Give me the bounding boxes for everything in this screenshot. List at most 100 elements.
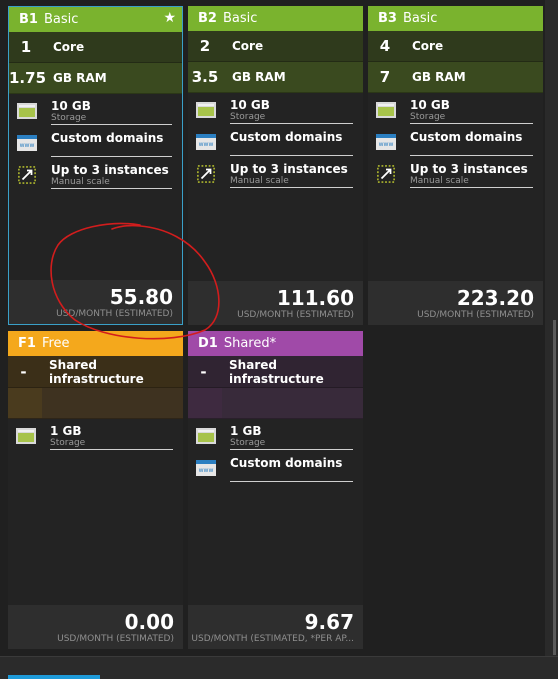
price-unit: USD/MONTH (ESTIMATED) bbox=[57, 634, 174, 644]
price-value: 223.20 bbox=[456, 286, 534, 310]
storage-sub: Storage bbox=[230, 438, 266, 448]
domains-label: Custom domains bbox=[410, 130, 523, 144]
storage-sub: Storage bbox=[230, 112, 266, 122]
ram-row: 3.5 GB RAM bbox=[188, 62, 363, 93]
core-count: 1 bbox=[20, 38, 32, 56]
tier-name: Basic bbox=[222, 11, 258, 26]
tier-code: B1 bbox=[19, 12, 38, 27]
tile-header: B3 Basic bbox=[368, 6, 543, 31]
storage-size: 1 GB bbox=[50, 424, 82, 438]
infrastructure-label: Shared infrastructure bbox=[229, 357, 324, 386]
select-button-accent[interactable] bbox=[8, 675, 100, 679]
empty-row bbox=[188, 388, 363, 419]
price-box: 55.80 USD/MONTH (ESTIMATED) bbox=[9, 280, 182, 324]
right-panel-edge bbox=[545, 0, 558, 660]
empty-row bbox=[8, 388, 183, 419]
svg-text:www: www bbox=[20, 142, 35, 149]
price-box: 223.20 USD/MONTH (ESTIMATED) bbox=[368, 281, 543, 325]
tile-header: B2 Basic bbox=[188, 6, 363, 31]
svg-text:www: www bbox=[199, 467, 214, 474]
storage-icon bbox=[196, 102, 216, 118]
storage-size: 10 GB bbox=[51, 99, 91, 113]
pricing-tier-panel: B1 Basic ★ 1 Core 1.75 GB RAM 10 GB Stor… bbox=[0, 0, 558, 679]
storage-size: 1 GB bbox=[230, 424, 262, 438]
infrastructure-num: - bbox=[200, 362, 207, 381]
tile-header: D1 Shared* bbox=[188, 331, 363, 356]
empty-cell bbox=[188, 388, 222, 418]
tier-tile-b3[interactable]: B3 Basic 4 Core 7 GB RAM 10 GB Storage w… bbox=[368, 6, 543, 325]
core-count: 4 bbox=[379, 37, 391, 55]
instances-feature: Up to 3 instances Manual scale bbox=[376, 163, 533, 189]
tier-tile-b2[interactable]: B2 Basic 2 Core 3.5 GB RAM 10 GB Storage bbox=[188, 6, 363, 325]
instances-label: Up to 3 instances bbox=[230, 162, 348, 176]
price-value: 9.67 bbox=[304, 610, 354, 634]
tier-code: B3 bbox=[378, 11, 397, 26]
tier-tile-b1[interactable]: B1 Basic ★ 1 Core 1.75 GB RAM 10 GB Stor… bbox=[8, 6, 183, 325]
storage-feature: 1 GB Storage bbox=[196, 425, 353, 451]
ram-amount: 3.5 bbox=[191, 68, 219, 86]
domains-feature: www Custom domains bbox=[196, 457, 353, 483]
domains-label: Custom domains bbox=[230, 130, 343, 144]
instances-sub: Manual scale bbox=[230, 176, 289, 186]
infrastructure-row: - Shared infrastructure bbox=[188, 356, 363, 388]
tile-header: F1 Free bbox=[8, 331, 183, 356]
storage-icon bbox=[196, 428, 216, 444]
price-box: 9.67 USD/MONTH (ESTIMATED, *PER AP... bbox=[188, 605, 363, 649]
ram-row: 7 GB RAM bbox=[368, 62, 543, 93]
svg-text:www: www bbox=[199, 141, 214, 148]
storage-icon bbox=[16, 428, 36, 444]
domains-feature: www Custom domains bbox=[376, 131, 533, 157]
tier-code: D1 bbox=[198, 336, 218, 351]
core-label: Core bbox=[232, 39, 264, 53]
domains-feature: www Custom domains bbox=[17, 132, 172, 158]
storage-sub: Storage bbox=[51, 113, 87, 123]
tier-name: Basic bbox=[402, 11, 438, 26]
ram-label: GB RAM bbox=[412, 70, 466, 84]
price-unit: USD/MONTH (ESTIMATED) bbox=[56, 309, 173, 319]
price-unit: USD/MONTH (ESTIMATED) bbox=[417, 310, 534, 320]
price-value: 55.80 bbox=[109, 285, 173, 309]
domains-label: Custom domains bbox=[51, 131, 164, 145]
storage-sub: Storage bbox=[50, 438, 86, 448]
tier-name: Free bbox=[41, 336, 70, 351]
scrollbar-thumb[interactable] bbox=[553, 320, 556, 655]
empty-cell bbox=[8, 388, 42, 418]
instances-feature: Up to 3 instances Manual scale bbox=[196, 163, 353, 189]
core-label: Core bbox=[412, 39, 444, 53]
core-label: Core bbox=[53, 40, 85, 54]
instances-feature: Up to 3 instances Manual scale bbox=[17, 164, 172, 190]
tier-name: Shared* bbox=[223, 336, 277, 351]
storage-sub: Storage bbox=[410, 112, 446, 122]
ram-label: GB RAM bbox=[232, 70, 286, 84]
storage-icon bbox=[17, 103, 37, 119]
www-icon: www bbox=[376, 134, 396, 150]
price-box: 111.60 USD/MONTH (ESTIMATED) bbox=[188, 281, 363, 325]
scale-icon bbox=[18, 166, 36, 184]
price-box: 0.00 USD/MONTH (ESTIMATED) bbox=[8, 605, 183, 649]
storage-feature: 10 GB Storage bbox=[376, 99, 533, 125]
price-unit: USD/MONTH (ESTIMATED, *PER AP... bbox=[191, 634, 354, 644]
core-row: 4 Core bbox=[368, 31, 543, 62]
tier-tile-f1[interactable]: F1 Free - Shared infrastructure 1 GB Sto… bbox=[8, 331, 183, 649]
tier-tile-d1[interactable]: D1 Shared* - Shared infrastructure 1 GB … bbox=[188, 331, 363, 649]
core-count: 2 bbox=[199, 37, 211, 55]
ram-label: GB RAM bbox=[53, 71, 107, 85]
storage-icon bbox=[376, 102, 396, 118]
ram-amount: 7 bbox=[379, 68, 391, 86]
domains-label: Custom domains bbox=[230, 456, 343, 470]
price-unit: USD/MONTH (ESTIMATED) bbox=[237, 310, 354, 320]
scale-icon bbox=[377, 165, 395, 183]
core-row: 1 Core bbox=[9, 32, 182, 63]
infrastructure-label: Shared infrastructure bbox=[49, 357, 144, 386]
storage-feature: 10 GB Storage bbox=[196, 99, 353, 125]
tier-name: Basic bbox=[43, 12, 79, 27]
instances-label: Up to 3 instances bbox=[410, 162, 528, 176]
svg-text:www: www bbox=[379, 141, 394, 148]
ram-row: 1.75 GB RAM bbox=[9, 63, 182, 94]
instances-label: Up to 3 instances bbox=[51, 163, 169, 177]
infrastructure-num: - bbox=[20, 362, 27, 381]
storage-size: 10 GB bbox=[410, 98, 450, 112]
www-icon: www bbox=[17, 135, 37, 151]
scale-icon bbox=[197, 165, 215, 183]
tile-header: B1 Basic ★ bbox=[9, 7, 182, 32]
